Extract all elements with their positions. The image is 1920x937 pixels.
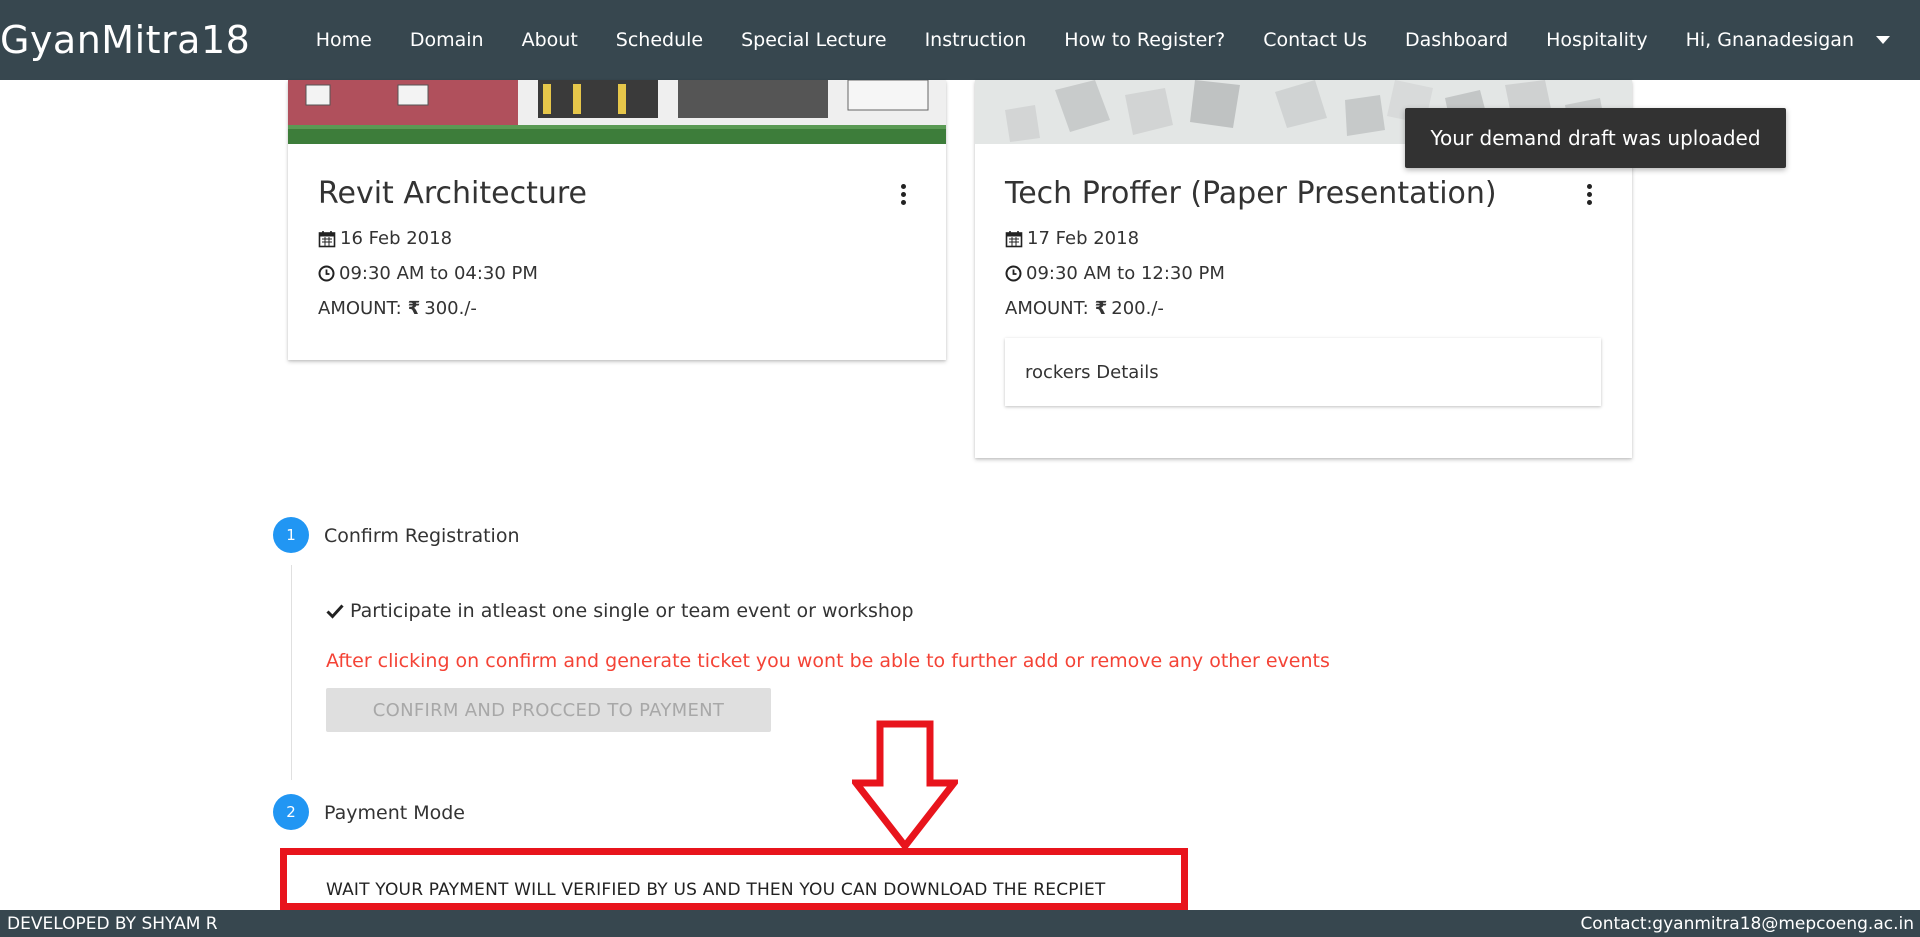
date-text: 17 Feb 2018 (1027, 228, 1140, 249)
warning-text: After clicking on confirm and generate t… (326, 650, 1330, 672)
event-card-revit: Revit Architecture 16 Feb 2018 09:30 AM … (288, 80, 946, 360)
nav-links: Home Domain About Schedule Special Lectu… (278, 0, 1890, 80)
card-image-building (288, 80, 946, 144)
time-text: 09:30 AM to 12:30 PM (1026, 263, 1225, 284)
clock-icon (1005, 265, 1022, 282)
clock-icon (318, 265, 335, 282)
footer: DEVELOPED BY SHYAM R Contact:gyanmitra18… (0, 910, 1920, 937)
navbar: GyanMitra18 Home Domain About Schedule S… (0, 0, 1920, 80)
user-greeting: Hi, Gnanadesigan (1685, 29, 1854, 51)
nav-special-lecture[interactable]: Special Lecture (741, 29, 886, 51)
requirement-text: Participate in atleast one single or tea… (350, 600, 914, 622)
nav-instruction[interactable]: Instruction (925, 29, 1027, 51)
event-time: 09:30 AM to 04:30 PM (318, 263, 538, 284)
card-title[interactable]: Tech Proffer (Paper Presentation) (1005, 176, 1497, 211)
footer-credit: DEVELOPED BY SHYAM R (7, 914, 218, 934)
step-2-label[interactable]: Payment Mode (324, 802, 465, 824)
nav-how-to-register[interactable]: How to Register? (1064, 29, 1225, 51)
user-menu[interactable]: Hi, Gnanadesigan (1686, 29, 1890, 51)
calendar-icon (318, 230, 336, 247)
more-vert-icon[interactable] (900, 184, 906, 208)
nav-contact-us[interactable]: Contact Us (1263, 29, 1367, 51)
card-title[interactable]: Revit Architecture (318, 176, 587, 211)
nav-home[interactable]: Home (316, 29, 372, 51)
arrow-down-icon (852, 720, 958, 850)
event-amount: AMOUNT: ₹ 200./- (1005, 298, 1164, 319)
caret-down-icon (1876, 36, 1890, 44)
time-text: 09:30 AM to 04:30 PM (339, 263, 538, 284)
rupee-icon: ₹ (407, 298, 421, 319)
more-vert-icon[interactable] (1586, 184, 1592, 208)
event-amount: AMOUNT: ₹ 300./- (318, 298, 477, 319)
calendar-icon (1005, 230, 1023, 247)
amount-label: AMOUNT: (318, 298, 402, 319)
event-time: 09:30 AM to 12:30 PM (1005, 263, 1225, 284)
footer-contact[interactable]: Contact:gyanmitra18@mepcoeng.ac.in (1580, 914, 1914, 934)
rupee-icon: ₹ (1094, 298, 1108, 319)
step-1-label[interactable]: Confirm Registration (324, 525, 520, 547)
requirement-item: Participate in atleast one single or tea… (326, 600, 914, 622)
nav-domain[interactable]: Domain (410, 29, 484, 51)
amount-value: 300./- (424, 298, 477, 319)
nav-hospitality[interactable]: Hospitality (1546, 29, 1648, 51)
date-text: 16 Feb 2018 (340, 228, 453, 249)
team-details-panel[interactable]: rockers Details (1005, 338, 1601, 406)
event-date: 16 Feb 2018 (318, 228, 452, 249)
amount-value: 200./- (1111, 298, 1164, 319)
nav-schedule[interactable]: Schedule (616, 29, 703, 51)
nav-about[interactable]: About (522, 29, 578, 51)
confirm-payment-button[interactable]: CONFIRM AND PROCCED TO PAYMENT (326, 688, 771, 732)
event-date: 17 Feb 2018 (1005, 228, 1139, 249)
payment-status-message: WAIT YOUR PAYMENT WILL VERIFIED BY US AN… (326, 880, 1106, 900)
nav-dashboard[interactable]: Dashboard (1405, 29, 1508, 51)
step-connector-line (291, 565, 292, 780)
step-1-badge: 1 (273, 517, 309, 553)
brand-logo[interactable]: GyanMitra18 (0, 18, 250, 62)
amount-label: AMOUNT: (1005, 298, 1089, 319)
toast-notification: Your demand draft was uploaded (1405, 108, 1786, 168)
check-icon (326, 604, 344, 619)
step-2-badge: 2 (273, 794, 309, 830)
highlight-box (280, 848, 1188, 910)
